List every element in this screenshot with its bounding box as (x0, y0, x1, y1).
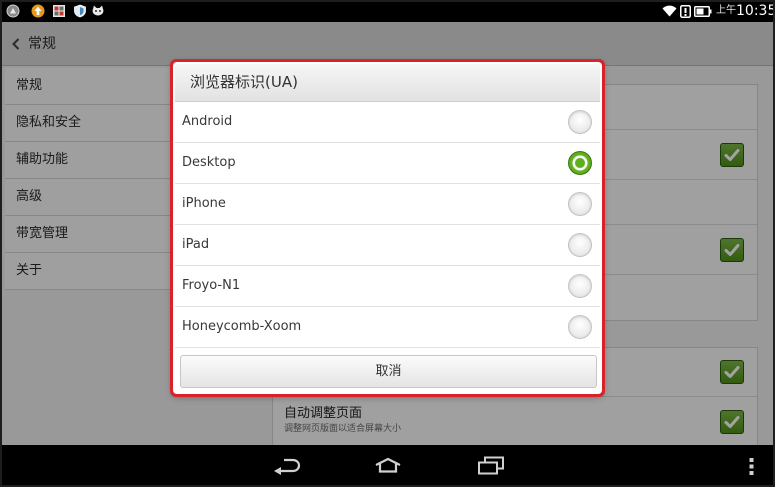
user-agent-options: Android Desktop iPhone iPad Froyo-N1 Hon… (175, 102, 600, 348)
option-ipad[interactable]: iPad (175, 225, 600, 266)
option-desktop[interactable]: Desktop (175, 143, 600, 184)
circle-badge-icon (6, 4, 20, 18)
dialog-title: 浏览器标识(UA) (175, 64, 600, 102)
grid-app-icon (52, 4, 66, 18)
upload-arrow-icon (31, 4, 45, 18)
radio-android[interactable] (568, 110, 592, 134)
user-agent-dialog: 浏览器标识(UA) Android Desktop iPhone iPad Fr… (173, 62, 602, 394)
android-screen: 上午 10:35 常规 常规 隐私和安全 辅助功能 高级 带宽管理 关于 自动调… (0, 0, 775, 487)
option-honeycomb-xoom[interactable]: Honeycomb-Xoom (175, 307, 600, 348)
status-clock: 10:35 (736, 3, 775, 19)
radio-froyo-n1[interactable] (568, 274, 592, 298)
option-label: Honeycomb-Xoom (182, 319, 302, 334)
option-label: Desktop (182, 155, 236, 170)
recent-apps-icon[interactable] (477, 456, 505, 475)
home-icon[interactable] (373, 457, 403, 473)
option-label: iPad (182, 237, 210, 252)
navigation-bar (0, 445, 775, 487)
overflow-menu-icon[interactable] (749, 458, 754, 475)
status-bar: 上午 10:35 (0, 0, 775, 22)
back-icon[interactable] (272, 457, 302, 475)
status-am-pm: 上午 (716, 5, 736, 16)
alert-box-icon (680, 5, 691, 18)
option-label: iPhone (182, 196, 226, 211)
option-label: Android (182, 114, 233, 129)
radio-desktop[interactable] (568, 151, 592, 175)
radio-iphone[interactable] (568, 192, 592, 216)
option-label: Froyo-N1 (182, 278, 241, 293)
wifi-icon (662, 5, 677, 17)
cancel-button[interactable]: 取消 (180, 355, 597, 388)
dialog-footer: 取消 (175, 348, 600, 392)
battery-icon (694, 6, 712, 17)
cat-face-icon (91, 4, 105, 18)
shield-icon (73, 4, 87, 18)
radio-ipad[interactable] (568, 233, 592, 257)
option-android[interactable]: Android (175, 102, 600, 143)
option-iphone[interactable]: iPhone (175, 184, 600, 225)
option-froyo-n1[interactable]: Froyo-N1 (175, 266, 600, 307)
radio-honeycomb-xoom[interactable] (568, 315, 592, 339)
